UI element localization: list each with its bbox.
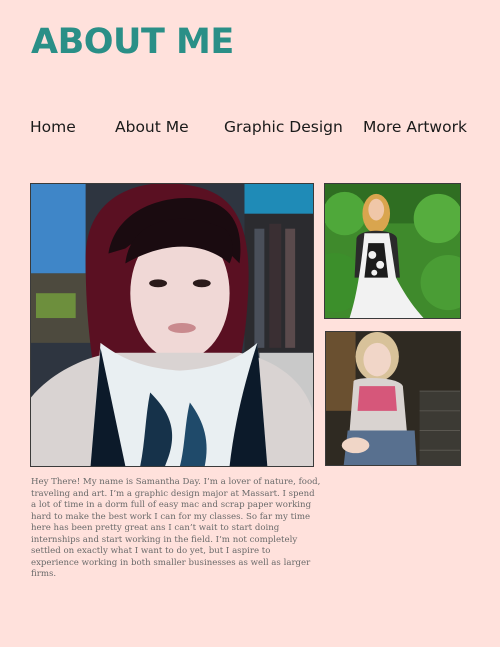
child-image [326,332,460,465]
main-nav: Home About Me Graphic Design More Artwor… [0,116,500,138]
nav-home-link[interactable]: Home [30,116,76,138]
nav-about-me-link[interactable]: About Me [115,116,189,138]
garden-image [325,184,460,318]
portrait-image [31,184,313,466]
main-portrait-photo [30,183,314,467]
nav-graphic-design-link[interactable]: Graphic Design [224,116,343,138]
site-title: ABOUT ME [31,22,234,62]
garden-photo [324,183,461,319]
nav-more-artwork-link[interactable]: More Artwork [363,116,467,138]
bio-paragraph: Hey There! My name is Samantha Day. I’m … [31,477,321,579]
child-photo [325,331,461,466]
